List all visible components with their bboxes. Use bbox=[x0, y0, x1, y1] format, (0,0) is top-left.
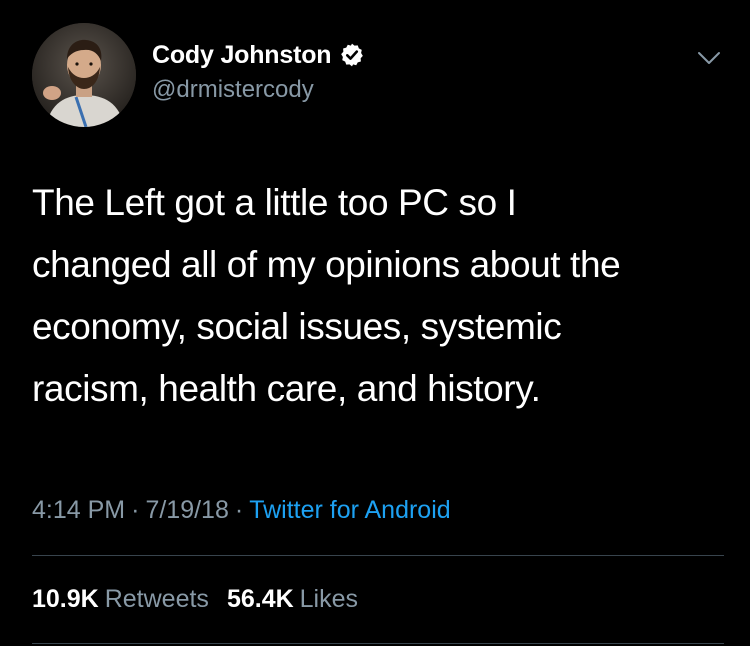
avatar[interactable] bbox=[32, 23, 136, 127]
tweet-source-link[interactable]: Twitter for Android bbox=[249, 496, 450, 524]
retweets-count: 10.9K bbox=[32, 585, 99, 613]
retweets-label: Retweets bbox=[104, 585, 209, 613]
tweet-stats: 10.9K Retweets 56.4K Likes bbox=[32, 582, 376, 616]
meta-separator: · bbox=[234, 496, 244, 524]
tweet-metadata: 4:14 PM · 7/19/18 · Twitter for Android bbox=[32, 493, 451, 527]
likes-label: Likes bbox=[299, 585, 359, 613]
avatar-portrait-icon bbox=[32, 23, 136, 127]
tweet-date[interactable]: 7/19/18 bbox=[145, 496, 228, 524]
author-display-name[interactable]: Cody Johnston bbox=[152, 40, 332, 70]
meta-separator: · bbox=[131, 496, 140, 524]
verified-badge-icon bbox=[339, 42, 365, 68]
retweets-stat[interactable]: 10.9K Retweets bbox=[32, 585, 209, 613]
author-handle[interactable]: @drmistercody bbox=[152, 75, 314, 105]
chevron-down-icon[interactable] bbox=[696, 48, 722, 68]
tweet-text: The Left got a little too PC so I change… bbox=[32, 182, 621, 409]
likes-count: 56.4K bbox=[226, 585, 294, 613]
tweet-detail: Cody Johnston @drmistercody The Left got… bbox=[0, 0, 750, 646]
likes-stat[interactable]: 56.4K Likes bbox=[227, 585, 358, 613]
divider bbox=[32, 643, 724, 644]
divider bbox=[32, 555, 724, 556]
author-name-row[interactable]: Cody Johnston bbox=[152, 40, 365, 70]
tweet-time[interactable]: 4:14 PM bbox=[32, 496, 125, 524]
